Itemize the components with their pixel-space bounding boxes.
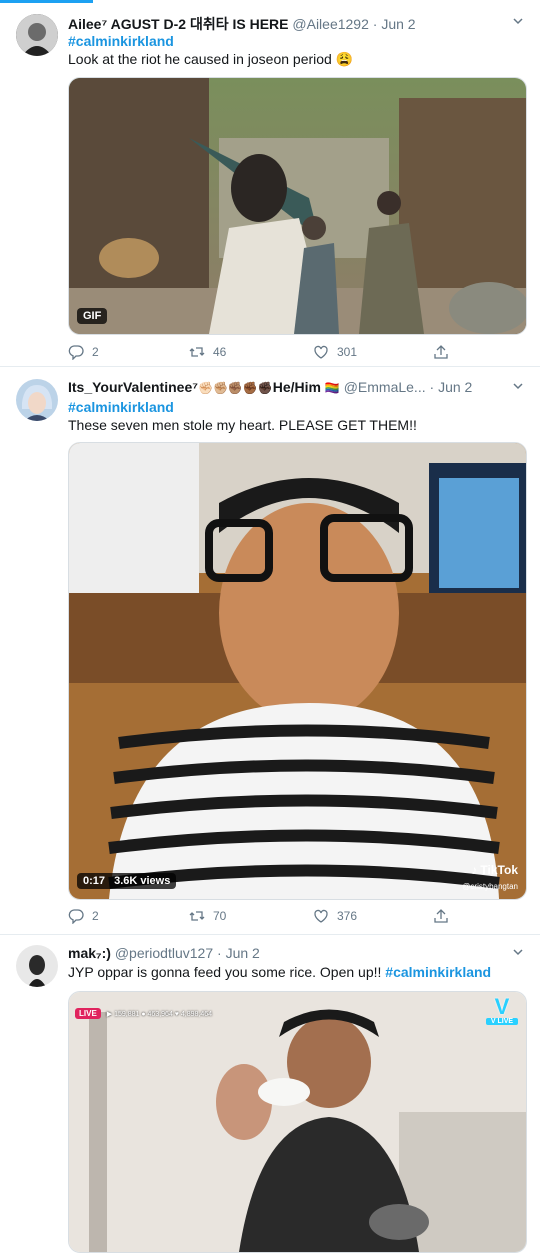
retweet-icon [189, 911, 205, 921]
like-button[interactable]: 376 [313, 908, 357, 924]
tweet[interactable]: mak₇:) @periodtluv127 · Jun 2 JYP oppar … [0, 935, 540, 1253]
video-thumbnail [69, 992, 526, 1252]
retweet-icon [189, 347, 205, 357]
hashtag-link[interactable]: #calminkirkland [68, 32, 526, 50]
tiktok-logo-icon: ♪ [471, 863, 478, 877]
tiktok-label: TikTok [480, 863, 518, 877]
tweet-text: #calminkirkland These seven men stole my… [68, 398, 526, 434]
tiktok-watermark: ♪ TikTok [471, 863, 518, 877]
reply-icon [68, 345, 84, 360]
tweet-header: Its_YourValentinee⁷✊🏻✊🏼✊🏽✊🏾✊🏿He/Him 🏳️‍🌈… [68, 379, 526, 395]
hashtag-link[interactable]: #calminkirkland [68, 398, 526, 416]
live-stats: ▶ 159,881 ● 463,964 ♥ 4,898,464 [106, 1010, 213, 1018]
vlive-label: V LIVE [486, 1018, 518, 1025]
gif-media[interactable]: GIF [68, 77, 527, 335]
like-count: 376 [337, 909, 358, 923]
chevron-down-icon[interactable] [512, 380, 524, 395]
share-button[interactable] [433, 908, 449, 924]
reply-icon [68, 909, 84, 924]
display-name[interactable]: Ailee⁷ AGUST D-2 대취타 IS HERE [68, 16, 289, 32]
tweet-date[interactable]: Jun 2 [438, 379, 472, 395]
share-icon [434, 345, 448, 359]
tweet-body-text: Look at the riot he caused in joseon per… [68, 51, 332, 67]
tweet[interactable]: Its_YourValentinee⁷✊🏻✊🏼✊🏽✊🏾✊🏿He/Him 🏳️‍🌈… [0, 367, 540, 935]
user-handle[interactable]: @EmmaLe... [344, 379, 426, 395]
tiktok-username: @cristybangtan [462, 882, 518, 891]
tweet-date[interactable]: Jun 2 [381, 16, 415, 32]
hashtag-link[interactable]: #calminkirkland [385, 964, 491, 980]
tweet-date[interactable]: Jun 2 [226, 945, 260, 961]
avatar[interactable] [16, 14, 58, 56]
avatar[interactable] [16, 945, 58, 987]
reply-button[interactable]: 2 [68, 908, 99, 924]
tweet-body-text: These seven men stole my heart. PLEASE G… [68, 417, 417, 433]
chevron-down-icon[interactable] [512, 15, 524, 30]
like-count: 301 [337, 345, 358, 359]
v-icon: V [494, 994, 510, 1019]
raised-fist-emojis: ✊🏻✊🏼✊🏽✊🏾✊🏿 [198, 381, 273, 395]
like-button[interactable]: 301 [313, 344, 357, 360]
like-icon [314, 345, 328, 359]
display-name-pronouns[interactable]: He/Him [273, 379, 321, 395]
display-name[interactable]: mak₇:) [68, 945, 111, 961]
user-handle[interactable]: @periodtluv127 [115, 945, 213, 961]
vlive-logo: V V LIVE [486, 996, 518, 1025]
tweet-header: Ailee⁷ AGUST D-2 대취타 IS HERE @Ailee1292 … [68, 14, 526, 34]
retweet-button[interactable]: 46 [189, 344, 226, 360]
video-thumbnail [69, 443, 526, 899]
user-handle[interactable]: @Ailee1292 [292, 16, 369, 32]
avatar[interactable] [16, 379, 58, 421]
video-duration: 0:17 3.6K views [77, 873, 177, 889]
tweet-header: mak₇:) @periodtluv127 · Jun 2 [68, 945, 526, 961]
retweet-button[interactable]: 70 [189, 908, 226, 924]
video-views: 3.6K views [114, 875, 171, 887]
tweet-actions: 2 46 301 [68, 344, 468, 364]
retweet-count: 70 [213, 909, 227, 923]
tweet-text: #calminkirkland Look at the riot he caus… [68, 32, 526, 68]
video-media[interactable]: LIVE ▶ 159,881 ● 463,964 ♥ 4,898,464 V V… [68, 991, 527, 1253]
share-icon [434, 909, 448, 923]
gif-badge: GIF [77, 308, 108, 324]
like-icon [314, 909, 328, 923]
tweet-text: JYP oppar is gonna feed you some rice. O… [68, 963, 526, 981]
rainbow-flag-emoji: 🏳️‍🌈 [324, 381, 340, 395]
weary-face-emoji: 😩 [335, 51, 354, 67]
reply-button[interactable]: 2 [68, 344, 99, 360]
display-name[interactable]: Its_YourValentinee⁷ [68, 379, 198, 395]
live-indicator: LIVE ▶ 159,881 ● 463,964 ♥ 4,898,464 [75, 1008, 212, 1019]
tweet[interactable]: Ailee⁷ AGUST D-2 대취타 IS HERE @Ailee1292 … [0, 3, 540, 367]
tweet-actions: 2 70 376 [68, 908, 468, 928]
retweet-count: 46 [213, 345, 227, 359]
separator-dot: · [217, 945, 222, 961]
chevron-down-icon[interactable] [512, 946, 524, 961]
separator-dot: · [372, 16, 378, 32]
live-badge: LIVE [75, 1008, 101, 1019]
reply-count: 2 [92, 909, 99, 923]
reply-count: 2 [92, 345, 99, 359]
separator-dot: · [429, 379, 435, 395]
gif-image [69, 78, 526, 334]
video-media[interactable]: 0:17 3.6K views ♪ TikTok @cristybangtan [68, 442, 527, 900]
share-button[interactable] [433, 344, 449, 360]
video-time: 0:17 [83, 875, 106, 887]
tweet-body-text: JYP oppar is gonna feed you some rice. O… [68, 964, 386, 980]
